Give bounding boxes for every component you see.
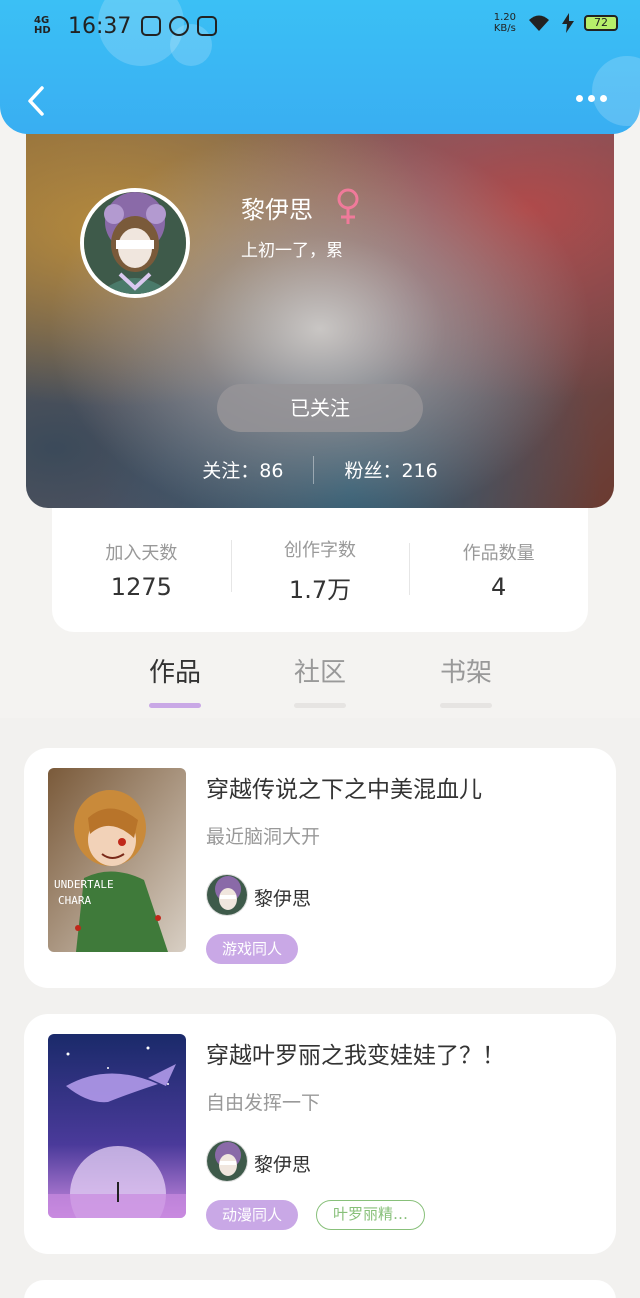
stat-join-days: 加入天数 1275 [52,539,231,601]
profile-card: 黎伊思 上初一了，累 已关注 关注：86 粉丝：216 [26,110,614,508]
wifi-icon [529,15,549,31]
stat-label: 加入天数 [105,543,178,564]
app-notification-icon [141,16,162,36]
user-bio: 上初一了，累 [241,241,343,261]
stat-word-count: 创作字数 1.7万 [230,536,410,605]
genre-tag[interactable]: 动漫同人 [206,1200,299,1230]
book-card[interactable] [24,1280,616,1298]
author-name: 黎伊思 [254,1154,312,1176]
author-name: 黎伊思 [254,888,312,910]
svg-text:UNDERTALE: UNDERTALE [54,878,114,891]
stat-value: 1275 [110,573,172,601]
stat-value: 4 [491,573,507,601]
follow-counts: 关注：86 粉丝：216 [26,456,614,484]
author-avatar[interactable] [206,1140,248,1182]
topic-tag[interactable]: 叶罗丽精… [316,1200,426,1230]
book-description: 最近脑洞大开 [206,826,321,848]
tab-community[interactable]: 社区 [270,652,370,708]
stat-label: 创作字数 [284,539,356,561]
genre-tag[interactable]: 游戏同人 [206,934,299,964]
book-title[interactable]: 穿越传说之下之中美混血儿 [206,770,482,804]
network-speed: 1.20 KB/s [493,12,516,34]
network-indicator: 4G HD [34,15,51,36]
status-bar: 4G HD 16:37 1.20 KB/s 72 [34,8,618,44]
battery-indicator: 72 [584,15,618,31]
stat-value: 1.7万 [288,575,352,604]
book-cover[interactable]: UNDERTALE CHARA [48,768,186,952]
author-avatar[interactable] [206,874,248,916]
book-card[interactable]: 穿越叶罗丽之我变娃娃了？！ 自由发挥一下 黎伊思 动漫同人 叶罗丽精… [24,1014,616,1254]
top-header: 4G HD 16:37 1.20 KB/s 72 [0,0,640,134]
stat-label: 作品数量 [462,543,535,564]
clock: 16:37 [68,13,132,39]
tab-bookshelf[interactable]: 书架 [416,652,516,708]
book-description: 自由发挥一下 [206,1092,321,1114]
back-arrow-icon[interactable] [22,84,52,118]
tab-bar: 作品 社区 书架 [0,632,640,718]
user-avatar[interactable] [80,188,190,298]
book-cover[interactable] [48,1034,186,1218]
more-options-icon[interactable] [576,88,610,108]
female-icon [337,188,359,224]
fan-notification-icon [169,16,190,36]
user-name: 黎伊思 [241,196,313,224]
book-card[interactable]: UNDERTALE CHARA 穿越传说之下之中美混血儿 最近脑洞大开 黎伊思 … [24,748,616,988]
following-count[interactable]: 关注：86 [172,456,313,484]
tab-works[interactable]: 作品 [125,652,225,708]
svg-text:CHARA: CHARA [58,894,91,907]
screenshot-notification-icon [197,16,218,36]
fans-count[interactable]: 粉丝：216 [314,456,467,484]
following-button[interactable]: 已关注 [217,384,423,432]
status-right: 1.20 KB/s 72 [494,12,618,34]
charging-icon [562,13,574,33]
stats-panel: 加入天数 1275 创作字数 1.7万 作品数量 4 [52,508,588,632]
stat-works-count: 作品数量 4 [409,539,588,601]
book-title[interactable]: 穿越叶罗丽之我变娃娃了？！ [206,1036,505,1070]
